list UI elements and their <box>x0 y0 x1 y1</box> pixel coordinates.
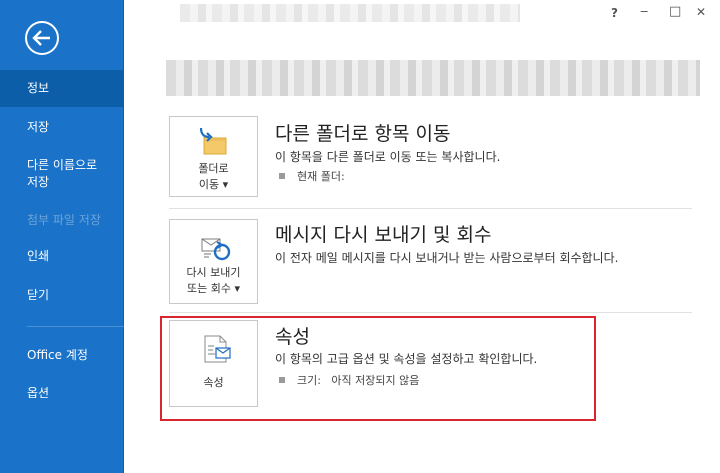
highlight-box <box>160 316 596 421</box>
resend-recall-label-line2: 또는 회수 ▾ <box>187 282 240 295</box>
folder-move-icon <box>199 127 227 155</box>
minimize-button[interactable]: ‒ <box>640 4 648 19</box>
nav-save[interactable]: 저장 <box>0 119 123 136</box>
close-button[interactable]: ✕ <box>696 5 706 19</box>
current-folder-row: 현재 폴더: <box>279 168 345 184</box>
move-to-folder-label-line1: 폴더로 <box>198 162 229 175</box>
move-to-folder-label-line2: 이동 ▾ <box>198 178 229 191</box>
section-divider <box>169 208 692 209</box>
resend-section-description: 이 전자 메일 메시지를 다시 보내거나 받는 사람으로부터 회수합니다. <box>275 251 619 265</box>
back-button[interactable] <box>25 21 59 55</box>
blurred-message-subject <box>166 60 700 96</box>
nav-office-account[interactable]: Office 계정 <box>0 347 123 364</box>
bullet-icon <box>279 173 285 179</box>
section-divider <box>169 312 692 313</box>
nav-info[interactable]: 정보 <box>0 70 123 107</box>
maximize-button[interactable]: □ <box>669 4 681 19</box>
move-to-folder-button[interactable]: 폴더로 이동 ▾ <box>169 116 258 197</box>
nav-print[interactable]: 인쇄 <box>0 248 123 265</box>
nav-options[interactable]: 옵션 <box>0 385 123 402</box>
resend-recall-button[interactable]: 다시 보내기 또는 회수 ▾ <box>169 219 258 304</box>
move-section-title: 다른 폴더로 항목 이동 <box>275 123 451 145</box>
resend-recall-label-line1: 다시 보내기 <box>186 266 241 279</box>
blurred-window-title <box>180 4 520 22</box>
nav-save-as[interactable]: 다른 이름으로 저장 <box>0 157 110 191</box>
nav-save-attachments: 첨부 파일 저장 <box>27 213 101 227</box>
move-section-description: 이 항목을 다른 폴더로 이동 또는 복사합니다. <box>275 150 501 164</box>
current-folder-label: 현재 폴더: <box>297 170 345 183</box>
help-button[interactable]: ? <box>611 6 618 20</box>
resend-recall-icon <box>201 238 231 261</box>
back-arrow-icon <box>32 30 50 46</box>
resend-section-title: 메시지 다시 보내기 및 회수 <box>275 224 492 246</box>
nav-close[interactable]: 닫기 <box>0 287 123 304</box>
sidebar-divider <box>27 326 124 327</box>
backstage-sidebar: 정보 저장 다른 이름으로 저장 첨부 파일 저장 인쇄 닫기 Office 계… <box>0 0 124 473</box>
